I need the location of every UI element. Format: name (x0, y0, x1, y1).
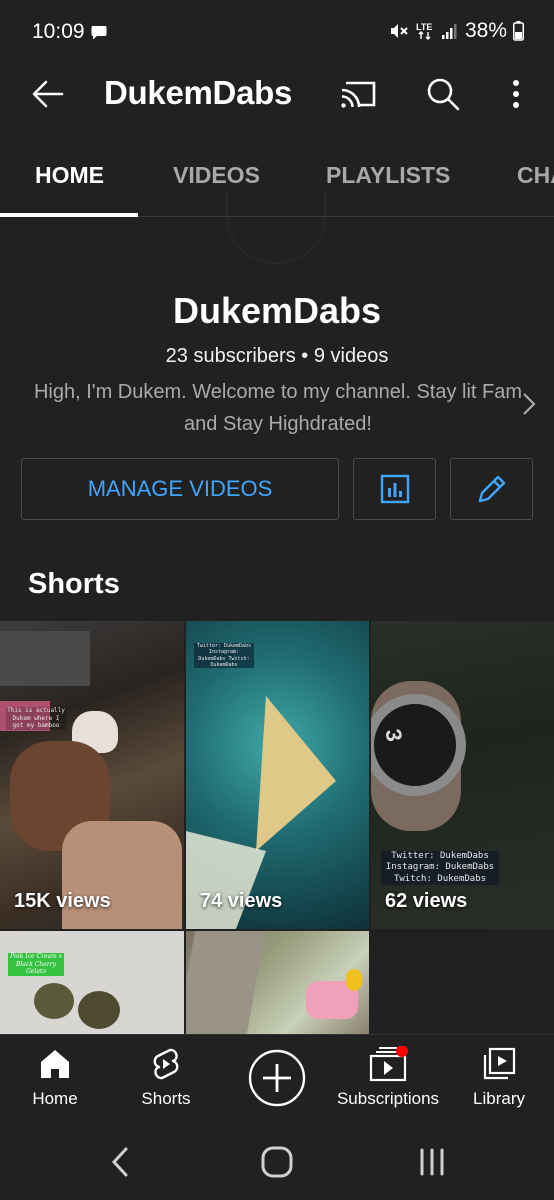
active-tab-indicator (0, 213, 138, 217)
system-recents-button[interactable] (410, 1140, 454, 1184)
channel-description[interactable]: High, I'm Dukem. Welcome to my channel. … (24, 376, 532, 440)
analytics-icon (380, 474, 409, 504)
analytics-button[interactable] (353, 458, 436, 520)
channel-name: DukemDabs (172, 290, 382, 331)
recents-icon (420, 1148, 444, 1176)
short-caption-3: Twitter: DukemDabs Instagram: DukemDabs … (381, 851, 499, 885)
short-thumbnail-3[interactable]: 3 Twitter: DukemDabs Instagram: DukemDab… (371, 621, 554, 929)
short-caption-1: This is actually Dukem where I got my ba… (6, 707, 66, 730)
channel-avatar (226, 188, 326, 264)
nav-subscriptions[interactable]: Subscriptions (328, 1035, 448, 1123)
svg-text:LTE: LTE (416, 22, 432, 32)
search-button[interactable] (417, 68, 469, 120)
home-circle-icon (261, 1146, 293, 1178)
system-back-button[interactable] (98, 1140, 142, 1184)
status-time: 10:09 (32, 20, 85, 43)
cast-button[interactable] (333, 68, 385, 120)
battery-percent: 38% (464, 19, 507, 42)
short-caption-4: Pink Ice Cream x Black Cherry Gelato (8, 953, 64, 976)
nav-label-subscriptions: Subscriptions (336, 1089, 440, 1108)
create-plus-icon (248, 1049, 306, 1107)
thumb-decor (0, 631, 90, 686)
short-views-1: 15K views (14, 890, 111, 912)
mute-icon (390, 24, 408, 38)
tab-home[interactable]: HOME (35, 162, 104, 189)
edit-channel-button[interactable] (450, 458, 533, 520)
library-icon (483, 1047, 516, 1080)
back-button[interactable] (22, 68, 74, 120)
shorts-section-title: Shorts (28, 568, 120, 600)
bottom-navigation: Home Shorts Subscriptions Library (0, 1034, 554, 1122)
tab-channels[interactable]: CHA (517, 162, 554, 189)
system-home-button[interactable] (255, 1140, 299, 1184)
shorts-icon (153, 1048, 179, 1080)
app-bar-title: DukemDabs (104, 74, 293, 111)
tab-playlists[interactable]: PLAYLISTS (326, 162, 450, 189)
tab-videos[interactable]: VIDEOS (173, 162, 260, 189)
battery-icon (513, 21, 524, 41)
nav-library[interactable]: Library (466, 1035, 532, 1123)
app-bar: DukemDabs (0, 62, 554, 126)
signal-icon (441, 24, 457, 39)
channel-stats: 23 subscribers • 9 videos (165, 345, 389, 367)
bud-shape (34, 983, 74, 1019)
pencil-icon (478, 475, 505, 503)
subscriptions-icon (369, 1046, 408, 1082)
short-caption-2: Twitter: DukemDabs Instagram: DukemDabs … (194, 643, 254, 668)
short-thumbnail-5[interactable] (186, 931, 369, 1034)
lte-icon: LTE (416, 22, 432, 40)
short-views-2: 74 views (200, 890, 283, 912)
search-icon (427, 78, 460, 111)
create-button[interactable] (248, 1049, 306, 1107)
short-views-3: 62 views (385, 890, 468, 912)
system-navigation-bar (0, 1122, 554, 1200)
nav-label-home: Home (32, 1089, 78, 1108)
home-icon (41, 1050, 69, 1078)
manage-videos-button[interactable]: MANAGE VIDEOS (21, 458, 339, 520)
chat-notification-icon (91, 26, 107, 40)
back-chevron-icon (111, 1147, 128, 1177)
bud-shape (78, 991, 120, 1029)
yellow-toy-shape (346, 969, 362, 991)
youtube-channel-screen: 10:09 LTE 38% DukemDabs HOME VIDEOS PLAY… (0, 0, 554, 1200)
nav-shorts[interactable]: Shorts (130, 1035, 202, 1123)
more-vertical-icon (513, 80, 519, 108)
short-thumbnail-1[interactable]: This is actually Dukem where I got my ba… (0, 621, 184, 929)
status-icons: LTE 38% (389, 19, 524, 43)
status-bar: 10:09 LTE 38% (0, 0, 554, 62)
nav-label-library: Library (473, 1089, 525, 1108)
back-arrow-icon (32, 80, 64, 108)
nav-home[interactable]: Home (20, 1035, 90, 1123)
cast-icon (341, 81, 376, 108)
chevron-right-icon[interactable] (522, 392, 536, 416)
more-options-button[interactable] (490, 68, 542, 120)
wood-plank-shape (186, 931, 266, 1034)
short-thumbnail-2[interactable]: Twitter: DukemDabs Instagram: DukemDabs … (186, 621, 369, 929)
short-thumbnail-4[interactable]: Pink Ice Cream x Black Cherry Gelato (0, 931, 184, 1034)
nav-label-shorts: Shorts (141, 1089, 191, 1108)
